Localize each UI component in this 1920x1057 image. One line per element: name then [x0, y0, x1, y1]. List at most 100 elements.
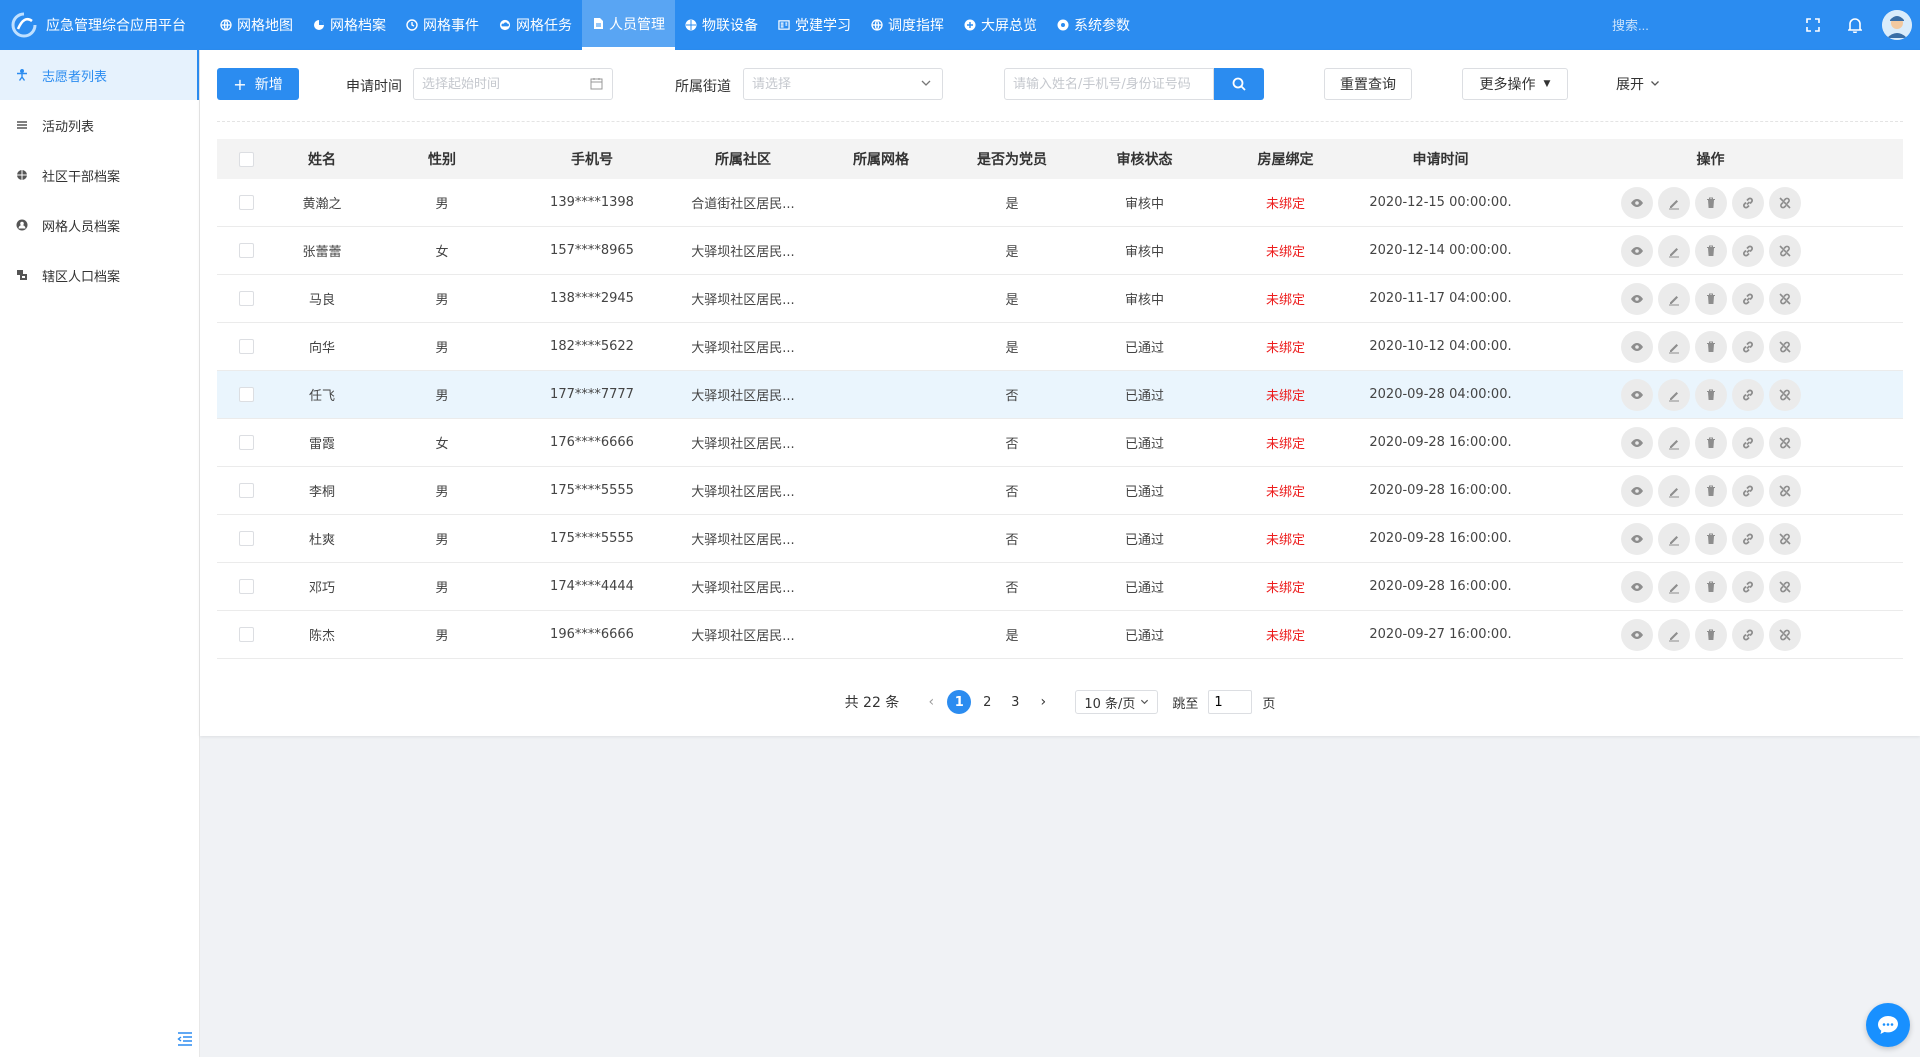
keyword-search-input[interactable]: [1013, 76, 1205, 92]
table-row[interactable]: 张蕾蕾 女 157****8965 大驿坝社区居民... 是 审核中 未绑定 2020-12-…: [217, 227, 1903, 275]
unlink-button[interactable]: [1768, 186, 1801, 219]
unlink-button[interactable]: [1768, 378, 1801, 411]
row-checkbox[interactable]: [239, 195, 254, 210]
edit-button[interactable]: [1657, 570, 1690, 603]
edit-button[interactable]: [1657, 234, 1690, 267]
link-button[interactable]: [1731, 570, 1764, 603]
delete-button[interactable]: [1694, 234, 1727, 267]
delete-button[interactable]: [1694, 186, 1727, 219]
street-select-input[interactable]: [752, 76, 934, 92]
street-select[interactable]: [743, 68, 943, 100]
bell-icon[interactable]: [1834, 0, 1876, 50]
row-checkbox[interactable]: [239, 531, 254, 546]
delete-button[interactable]: [1694, 282, 1727, 315]
table-row[interactable]: 杜爽 男 175****5555 大驿坝社区居民... 否 已通过 未绑定 2020-09-2…: [217, 515, 1903, 563]
table-row[interactable]: 黄瀚之 男 139****1398 合道街社区居民... 是 审核中 未绑定 2020-12-…: [217, 179, 1903, 227]
table-row[interactable]: 向华 男 182****5622 大驿坝社区居民... 是 已通过 未绑定 2020-10-1…: [217, 323, 1903, 371]
delete-button[interactable]: [1694, 330, 1727, 363]
row-checkbox[interactable]: [239, 435, 254, 450]
delete-button[interactable]: [1694, 522, 1727, 555]
delete-button[interactable]: [1694, 378, 1727, 411]
nav-item-6[interactable]: 物联设备: [675, 0, 768, 50]
link-button[interactable]: [1731, 186, 1764, 219]
page-number[interactable]: 2: [975, 690, 999, 714]
link-button[interactable]: [1731, 474, 1764, 507]
unlink-button[interactable]: [1768, 282, 1801, 315]
table-row[interactable]: 雷霞 女 176****6666 大驿坝社区居民... 否 已通过 未绑定 2020-09-2…: [217, 419, 1903, 467]
unlink-button[interactable]: [1768, 426, 1801, 459]
edit-button[interactable]: [1657, 522, 1690, 555]
row-checkbox[interactable]: [239, 579, 254, 594]
link-button[interactable]: [1731, 282, 1764, 315]
delete-button[interactable]: [1694, 570, 1727, 603]
view-button[interactable]: [1620, 330, 1653, 363]
delete-button[interactable]: [1694, 474, 1727, 507]
expand-toggle[interactable]: 展开: [1616, 68, 1660, 100]
more-actions-button[interactable]: 更多操作 ▼: [1462, 68, 1568, 100]
unlink-button[interactable]: [1768, 474, 1801, 507]
view-button[interactable]: [1620, 522, 1653, 555]
view-button[interactable]: [1620, 186, 1653, 219]
table-row[interactable]: 李桐 男 175****5555 大驿坝社区居民... 否 已通过 未绑定 2020-09-2…: [217, 467, 1903, 515]
prev-page-icon[interactable]: ‹: [917, 694, 945, 710]
link-button[interactable]: [1731, 378, 1764, 411]
page-size-select[interactable]: 10 条/页: [1075, 690, 1159, 714]
unlink-button[interactable]: [1768, 570, 1801, 603]
sidebar-item-2[interactable]: 活动列表: [0, 100, 199, 150]
sidebar-item-1[interactable]: 志愿者列表: [0, 50, 199, 100]
brand[interactable]: 应急管理综合应用平台: [0, 0, 200, 50]
select-all-checkbox[interactable]: [239, 151, 254, 167]
link-button[interactable]: [1731, 522, 1764, 555]
page-number[interactable]: 1: [947, 690, 972, 714]
view-button[interactable]: [1620, 618, 1653, 651]
view-button[interactable]: [1620, 378, 1653, 411]
edit-button[interactable]: [1657, 426, 1690, 459]
search-button[interactable]: [1214, 68, 1264, 100]
apply-time-input[interactable]: [422, 76, 604, 92]
reset-query-button[interactable]: 重置查询: [1324, 68, 1412, 100]
nav-item-10[interactable]: 系统参数: [1047, 0, 1140, 50]
nav-item-9[interactable]: 大屏总览: [954, 0, 1047, 50]
page-number[interactable]: 3: [1003, 690, 1027, 714]
nav-item-3[interactable]: 网格事件: [396, 0, 489, 50]
link-button[interactable]: [1731, 618, 1764, 651]
edit-button[interactable]: [1657, 378, 1690, 411]
fullscreen-icon[interactable]: [1792, 0, 1834, 50]
keyword-field[interactable]: [1004, 68, 1214, 100]
row-checkbox[interactable]: [239, 627, 254, 642]
edit-button[interactable]: [1657, 330, 1690, 363]
nav-item-8[interactable]: 调度指挥: [861, 0, 954, 50]
view-button[interactable]: [1620, 234, 1653, 267]
view-button[interactable]: [1620, 570, 1653, 603]
view-button[interactable]: [1620, 282, 1653, 315]
chat-support-button[interactable]: [1866, 1003, 1910, 1047]
delete-button[interactable]: [1694, 618, 1727, 651]
row-checkbox[interactable]: [239, 291, 254, 306]
table-row[interactable]: 马良 男 138****2945 大驿坝社区居民... 是 审核中 未绑定 2020-11-1…: [217, 275, 1903, 323]
view-button[interactable]: [1620, 474, 1653, 507]
table-row[interactable]: 陈杰 男 196****6666 大驿坝社区居民... 是 已通过 未绑定 2020-09-2…: [217, 611, 1903, 659]
table-row[interactable]: 邓巧 男 174****4444 大驿坝社区居民... 否 已通过 未绑定 2020-09-2…: [217, 563, 1903, 611]
link-button[interactable]: [1731, 330, 1764, 363]
row-checkbox[interactable]: [239, 387, 254, 402]
sidebar-item-3[interactable]: 社区干部档案: [0, 150, 199, 200]
nav-item-5[interactable]: 人员管理: [582, 0, 675, 50]
link-button[interactable]: [1731, 234, 1764, 267]
nav-item-4[interactable]: 网格任务: [489, 0, 582, 50]
row-checkbox[interactable]: [239, 483, 254, 498]
apply-time-picker[interactable]: [413, 68, 613, 100]
unlink-button[interactable]: [1768, 234, 1801, 267]
edit-button[interactable]: [1657, 282, 1690, 315]
unlink-button[interactable]: [1768, 618, 1801, 651]
row-checkbox[interactable]: [239, 243, 254, 258]
add-button[interactable]: + 新增: [217, 68, 299, 100]
view-button[interactable]: [1620, 426, 1653, 459]
goto-page-input[interactable]: [1208, 690, 1253, 714]
table-row[interactable]: 任飞 男 177****7777 大驿坝社区居民... 否 已通过 未绑定 2020-09-2…: [217, 371, 1903, 419]
sidebar-item-5[interactable]: 辖区人口档案: [0, 250, 199, 300]
collapse-sidebar-icon[interactable]: [177, 1031, 193, 1047]
row-checkbox[interactable]: [239, 339, 254, 354]
nav-item-2[interactable]: 网格档案: [303, 0, 396, 50]
global-search-input[interactable]: [1612, 17, 1732, 33]
link-button[interactable]: [1731, 426, 1764, 459]
